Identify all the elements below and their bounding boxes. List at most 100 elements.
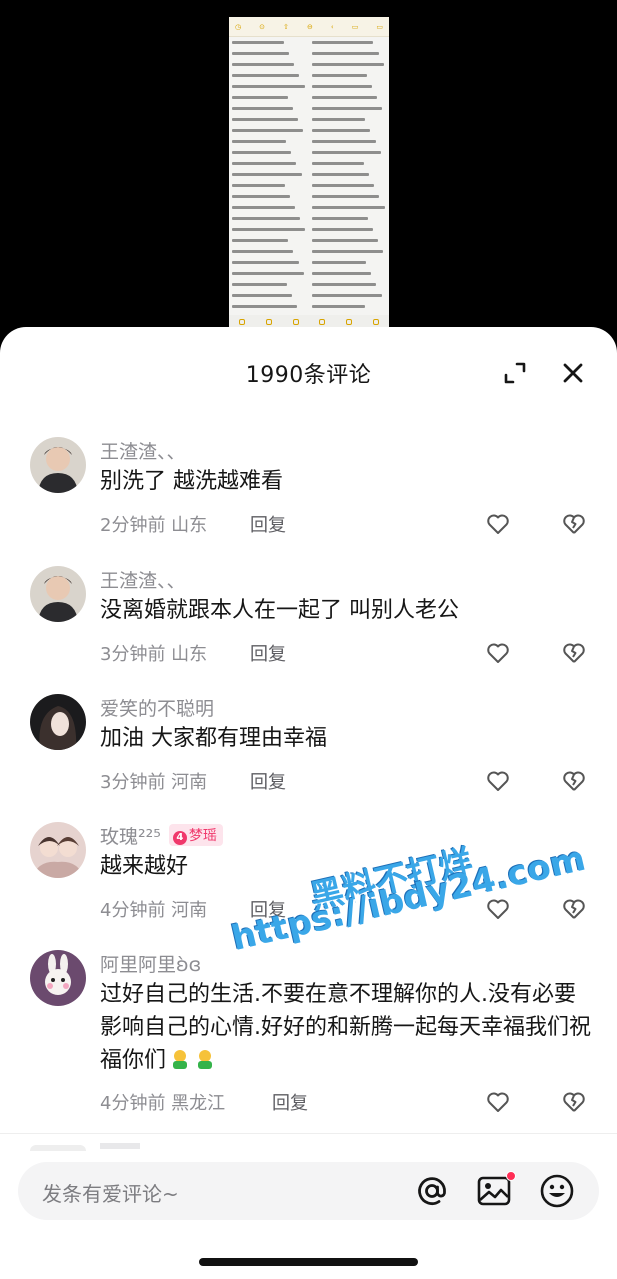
comment-text[interactable]: 别洗了 越洗越难看 — [100, 465, 595, 498]
thumbnail-text-line — [312, 74, 367, 77]
dislike-broken-heart-icon[interactable] — [562, 770, 586, 792]
thumbnail-text-line — [232, 118, 298, 121]
thumbnail-text-line — [232, 107, 293, 110]
green-emoji-icon — [173, 1050, 188, 1069]
close-icon[interactable] — [560, 360, 586, 386]
thumbnail-text-line — [312, 96, 378, 99]
comment-username[interactable]: 阿里阿里ʚ̀ɞ — [100, 950, 201, 977]
reply-button[interactable]: 回复 — [250, 768, 286, 794]
video-preview[interactable]: ◷ ⊙ ⇧ ⊖ ‹ ▭ ▭ — [0, 0, 617, 345]
like-heart-icon[interactable] — [486, 513, 510, 535]
home-indicator — [199, 1258, 418, 1266]
thumbnail-text-line — [312, 294, 382, 297]
dislike-broken-heart-icon[interactable] — [562, 513, 586, 535]
thumbnail-text-line — [312, 173, 369, 176]
comment-time-location: 4分钟前 河南 — [100, 900, 208, 921]
comment-time-location: 4分钟前 黑龙江 — [100, 1093, 226, 1114]
thumbnail-text-line — [312, 283, 377, 286]
video-thumbnail: ◷ ⊙ ⇧ ⊖ ‹ ▭ ▭ — [229, 17, 389, 329]
comment-text[interactable]: 加油 大家都有理由幸福 — [100, 722, 595, 755]
thumbnail-text-line — [232, 294, 292, 297]
thumbnail-text-line — [232, 85, 305, 88]
thumbnail-text-line — [312, 305, 365, 308]
comment-text[interactable]: 过好自己的生活.不要在意不理解你的人.没有必要影响自己的心情.好好的和新腾一起每… — [100, 978, 595, 1077]
next-comment-avatar-peek — [30, 1145, 86, 1151]
comment-text[interactable]: 没离婚就跟本人在一起了 叫别人老公 — [100, 594, 595, 627]
thumbnail-text-line — [232, 272, 304, 275]
dislike-broken-heart-icon[interactable] — [562, 898, 586, 920]
thumbnail-text-line — [312, 85, 372, 88]
thumbnail-text-line — [312, 140, 376, 143]
thumbnail-text-line — [232, 239, 289, 242]
thumbnail-text-line — [312, 228, 373, 231]
thumbnail-text-line — [312, 217, 368, 220]
thumbnail-text-line — [312, 206, 385, 209]
avatar[interactable] — [30, 822, 86, 878]
like-heart-icon[interactable] — [486, 898, 510, 920]
thumbnail-text-line — [312, 107, 383, 110]
green-emoji-icon — [198, 1050, 213, 1069]
thumbnail-text-line — [232, 305, 298, 308]
notes-toolbar: ◷ ⊙ ⇧ ⊖ ‹ ▭ ▭ — [229, 17, 389, 37]
avatar[interactable] — [30, 950, 86, 1006]
next-comment-name-peek — [100, 1143, 140, 1149]
thumbnail-text-line — [312, 162, 364, 165]
thumbnail-text-line — [312, 184, 375, 187]
at-mention-icon[interactable] — [414, 1173, 450, 1209]
fan-badge[interactable]: 4 梦瑶 — [168, 824, 223, 846]
comment-time-location: 3分钟前 山东 — [100, 644, 208, 665]
comment-username[interactable]: 爱笑的不聪明 — [100, 694, 214, 721]
comment-input[interactable]: 发条有爱评论~ — [18, 1162, 599, 1220]
comment-username[interactable]: 玫瑰²²⁵ 4 梦瑶 — [100, 822, 223, 849]
comment-username[interactable]: 王渣渣、、 — [100, 566, 186, 593]
thumbnail-text-line — [312, 52, 379, 55]
expand-icon[interactable] — [503, 361, 527, 385]
dislike-broken-heart-icon[interactable] — [562, 1091, 586, 1113]
badge-level: 4 — [172, 831, 187, 845]
thumbnail-text-line — [232, 228, 306, 231]
thumbnail-text-line — [232, 217, 301, 220]
like-heart-icon[interactable] — [486, 1091, 510, 1113]
avatar[interactable] — [30, 437, 86, 493]
username-text[interactable]: 玫瑰²²⁵ — [100, 826, 161, 848]
reply-button[interactable]: 回复 — [250, 511, 286, 537]
thumbnail-text-line — [232, 173, 302, 176]
thumbnail-text-line — [312, 250, 384, 253]
thumbnail-text-line — [232, 52, 289, 55]
thumbnail-text-line — [312, 118, 366, 121]
thumbnail-text-line — [312, 272, 372, 275]
thumbnail-text-line — [232, 140, 287, 143]
avatar[interactable] — [30, 694, 86, 750]
thumbnail-text-line — [312, 195, 380, 198]
comment-time-location: 2分钟前 山东 — [100, 515, 208, 536]
reply-button[interactable]: 回复 — [272, 1089, 308, 1115]
thumbnail-text-line — [312, 261, 367, 264]
input-divider — [0, 1133, 617, 1134]
like-heart-icon[interactable] — [486, 770, 510, 792]
like-heart-icon[interactable] — [486, 642, 510, 664]
dislike-broken-heart-icon[interactable] — [562, 642, 586, 664]
comment-sheet: 1990条评论 王渣渣、、 别洗了 越洗越难看 2分钟前 山东 回复 王渣渣、、… — [0, 327, 617, 1279]
thumbnail-text-line — [232, 129, 304, 132]
thumbnail-text-line — [232, 74, 300, 77]
comment-time-location: 3分钟前 河南 — [100, 772, 208, 793]
badge-label: 梦瑶 — [188, 828, 217, 844]
thumbnail-text-line — [232, 184, 285, 187]
thumbnail-text-line — [232, 261, 299, 264]
thumbnail-text-line — [312, 151, 381, 154]
thumbnail-text-line — [232, 283, 287, 286]
thumbnail-text-line — [232, 162, 297, 165]
thumbnail-text-line — [232, 206, 295, 209]
reply-button[interactable]: 回复 — [250, 640, 286, 666]
thumbnail-text-line — [312, 63, 384, 66]
thumbnail-text-line — [232, 96, 288, 99]
emoji-icon[interactable] — [539, 1173, 575, 1209]
thumbnail-text-line — [232, 151, 292, 154]
avatar[interactable] — [30, 566, 86, 622]
thumbnail-text-line — [232, 41, 284, 44]
notification-dot — [506, 1171, 516, 1181]
thumbnail-text-line — [312, 239, 378, 242]
comment-username[interactable]: 王渣渣、、 — [100, 437, 186, 464]
thumbnail-text-line — [312, 41, 374, 44]
thumbnail-text-line — [232, 195, 290, 198]
